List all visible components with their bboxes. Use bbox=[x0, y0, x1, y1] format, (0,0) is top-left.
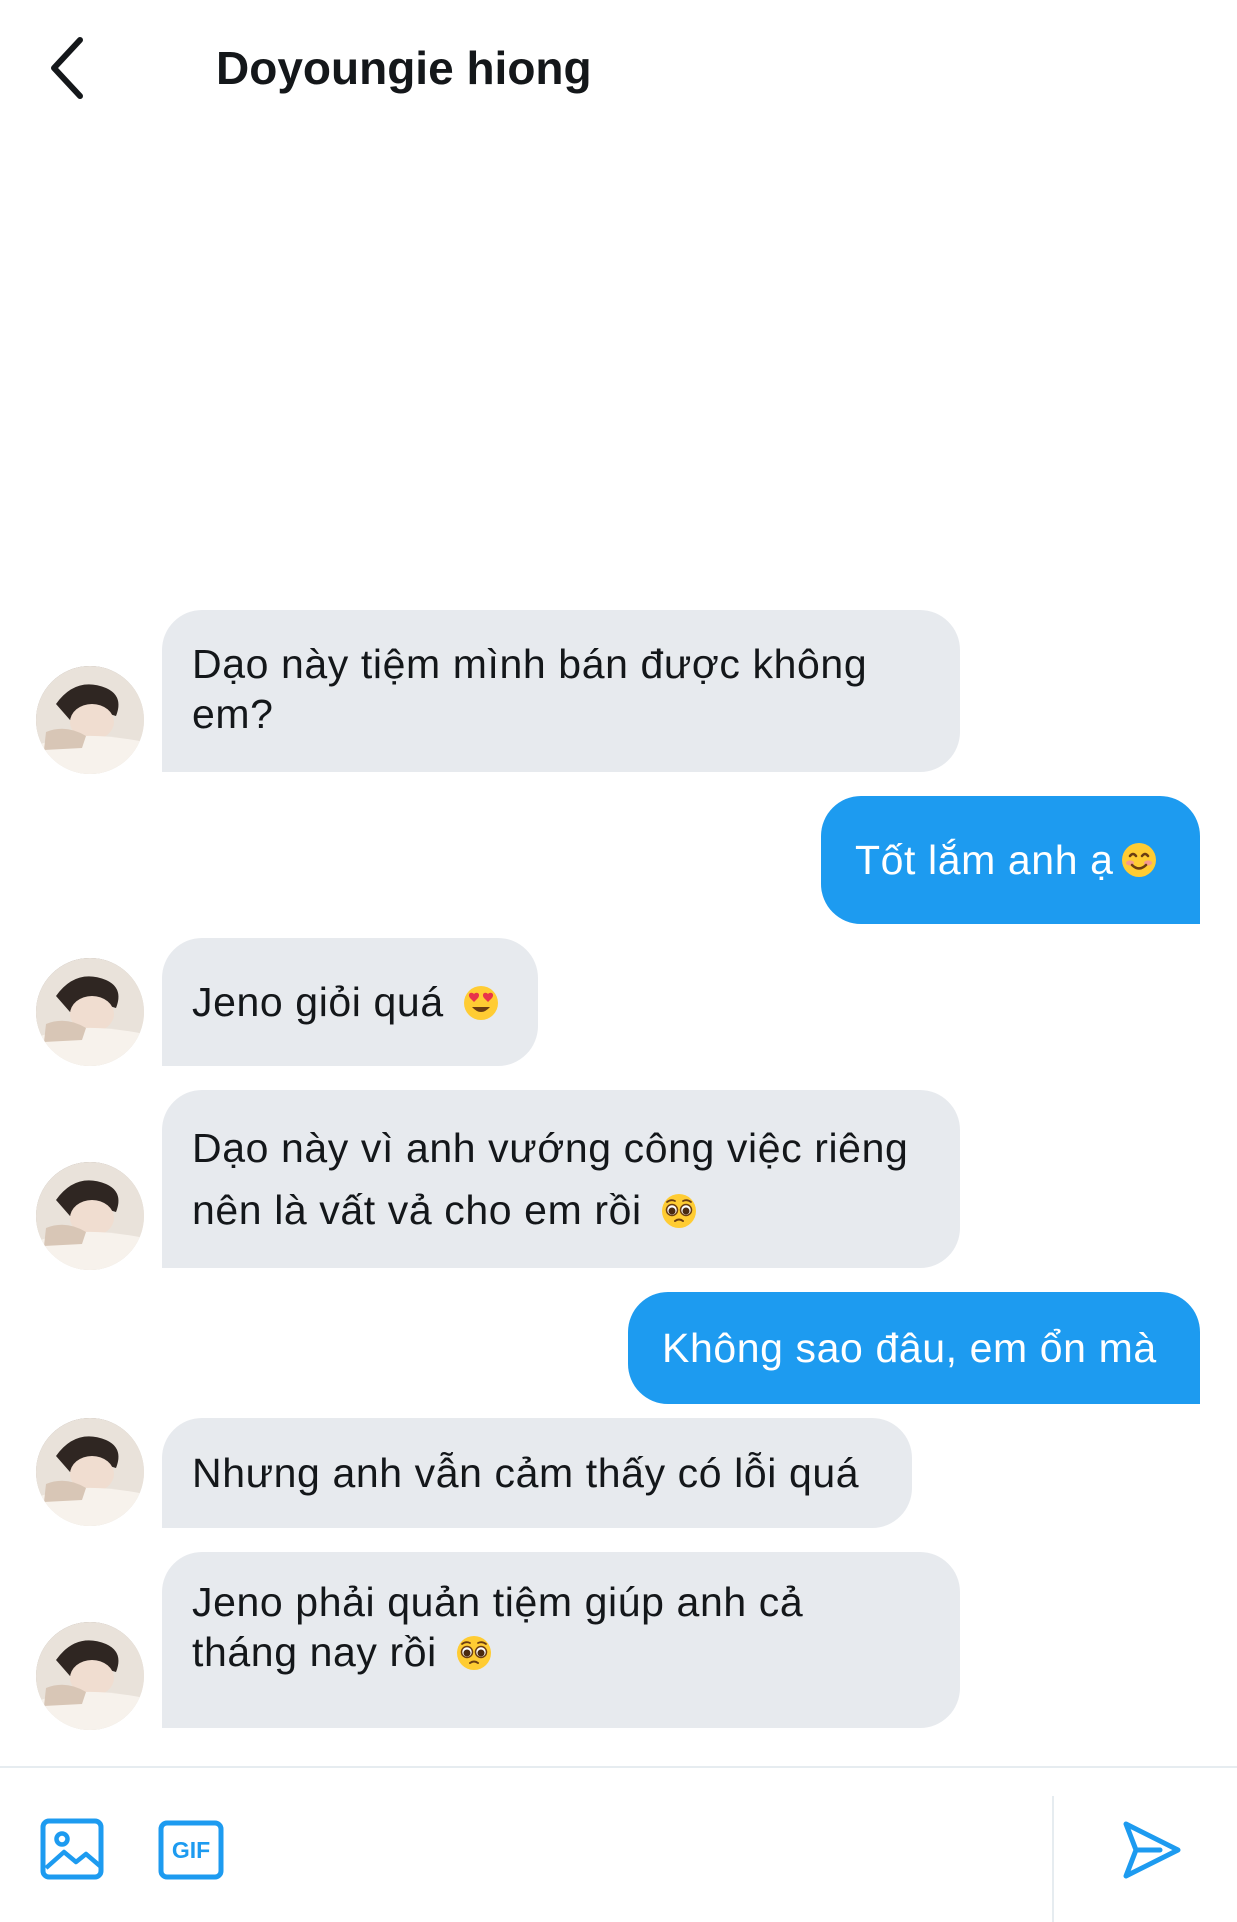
message-bubble-outgoing[interactable]: Không sao đâu, em ổn mà bbox=[628, 1292, 1200, 1404]
message-bubble-incoming[interactable]: Dạo này tiệm mình bán được không em? bbox=[162, 610, 960, 772]
avatar-image bbox=[36, 1622, 144, 1730]
message-text: Dạo này tiệm mình bán được không em? bbox=[192, 641, 868, 737]
back-button[interactable] bbox=[36, 28, 106, 108]
message-composer: GIF bbox=[0, 1766, 1237, 1922]
message-text: Nhưng anh vẫn cảm thấy có lỗi quá bbox=[192, 1450, 860, 1496]
message-text: Jeno giỏi quá bbox=[192, 979, 444, 1025]
avatar[interactable] bbox=[36, 1162, 144, 1270]
message-bubble-incoming[interactable]: Nhưng anh vẫn cảm thấy có lỗi quá bbox=[162, 1418, 912, 1528]
message-bubble-outgoing[interactable]: Tốt lắm anh ạ bbox=[821, 796, 1200, 924]
avatar[interactable] bbox=[36, 1418, 144, 1526]
heart-eyes-emoji bbox=[462, 984, 500, 1022]
avatar[interactable] bbox=[36, 666, 144, 774]
avatar-image bbox=[36, 666, 144, 774]
message-bubble-incoming[interactable]: Jeno phải quản tiệm giúp anh cả tháng na… bbox=[162, 1552, 960, 1728]
chevron-left-icon bbox=[51, 37, 83, 99]
message-text: Jeno phải quản tiệm giúp anh cả tháng na… bbox=[192, 1579, 804, 1675]
image-button[interactable] bbox=[40, 1818, 106, 1882]
avatar[interactable] bbox=[36, 958, 144, 1066]
message-bubble-incoming[interactable]: Dạo này vì anh vướng công việc riêng nên… bbox=[162, 1090, 960, 1268]
composer-divider bbox=[1052, 1796, 1054, 1922]
smiling-face-emoji bbox=[1120, 841, 1158, 879]
avatar[interactable] bbox=[36, 1622, 144, 1730]
avatar-image bbox=[36, 1162, 144, 1270]
message-bubble-incoming[interactable]: Jeno giỏi quá bbox=[162, 938, 538, 1066]
avatar-image bbox=[36, 958, 144, 1066]
send-icon bbox=[1123, 1821, 1181, 1879]
gif-button[interactable]: GIF bbox=[158, 1820, 224, 1880]
pleading-face-emoji bbox=[455, 1634, 493, 1672]
message-text: Dạo này vì anh vướng công việc riêng nên… bbox=[192, 1125, 909, 1233]
pleading-face-emoji bbox=[660, 1192, 698, 1230]
page-title: Doyoungie hiong bbox=[216, 42, 592, 94]
send-button[interactable] bbox=[1120, 1818, 1184, 1882]
gif-label: GIF bbox=[171, 1836, 211, 1863]
message-text: Không sao đâu, em ổn mà bbox=[662, 1325, 1157, 1371]
image-icon bbox=[40, 1818, 104, 1880]
conversation-header: Doyoungie hiong bbox=[0, 0, 1237, 140]
avatar-image bbox=[36, 1418, 144, 1526]
message-text: Tốt lắm anh ạ bbox=[855, 837, 1114, 883]
